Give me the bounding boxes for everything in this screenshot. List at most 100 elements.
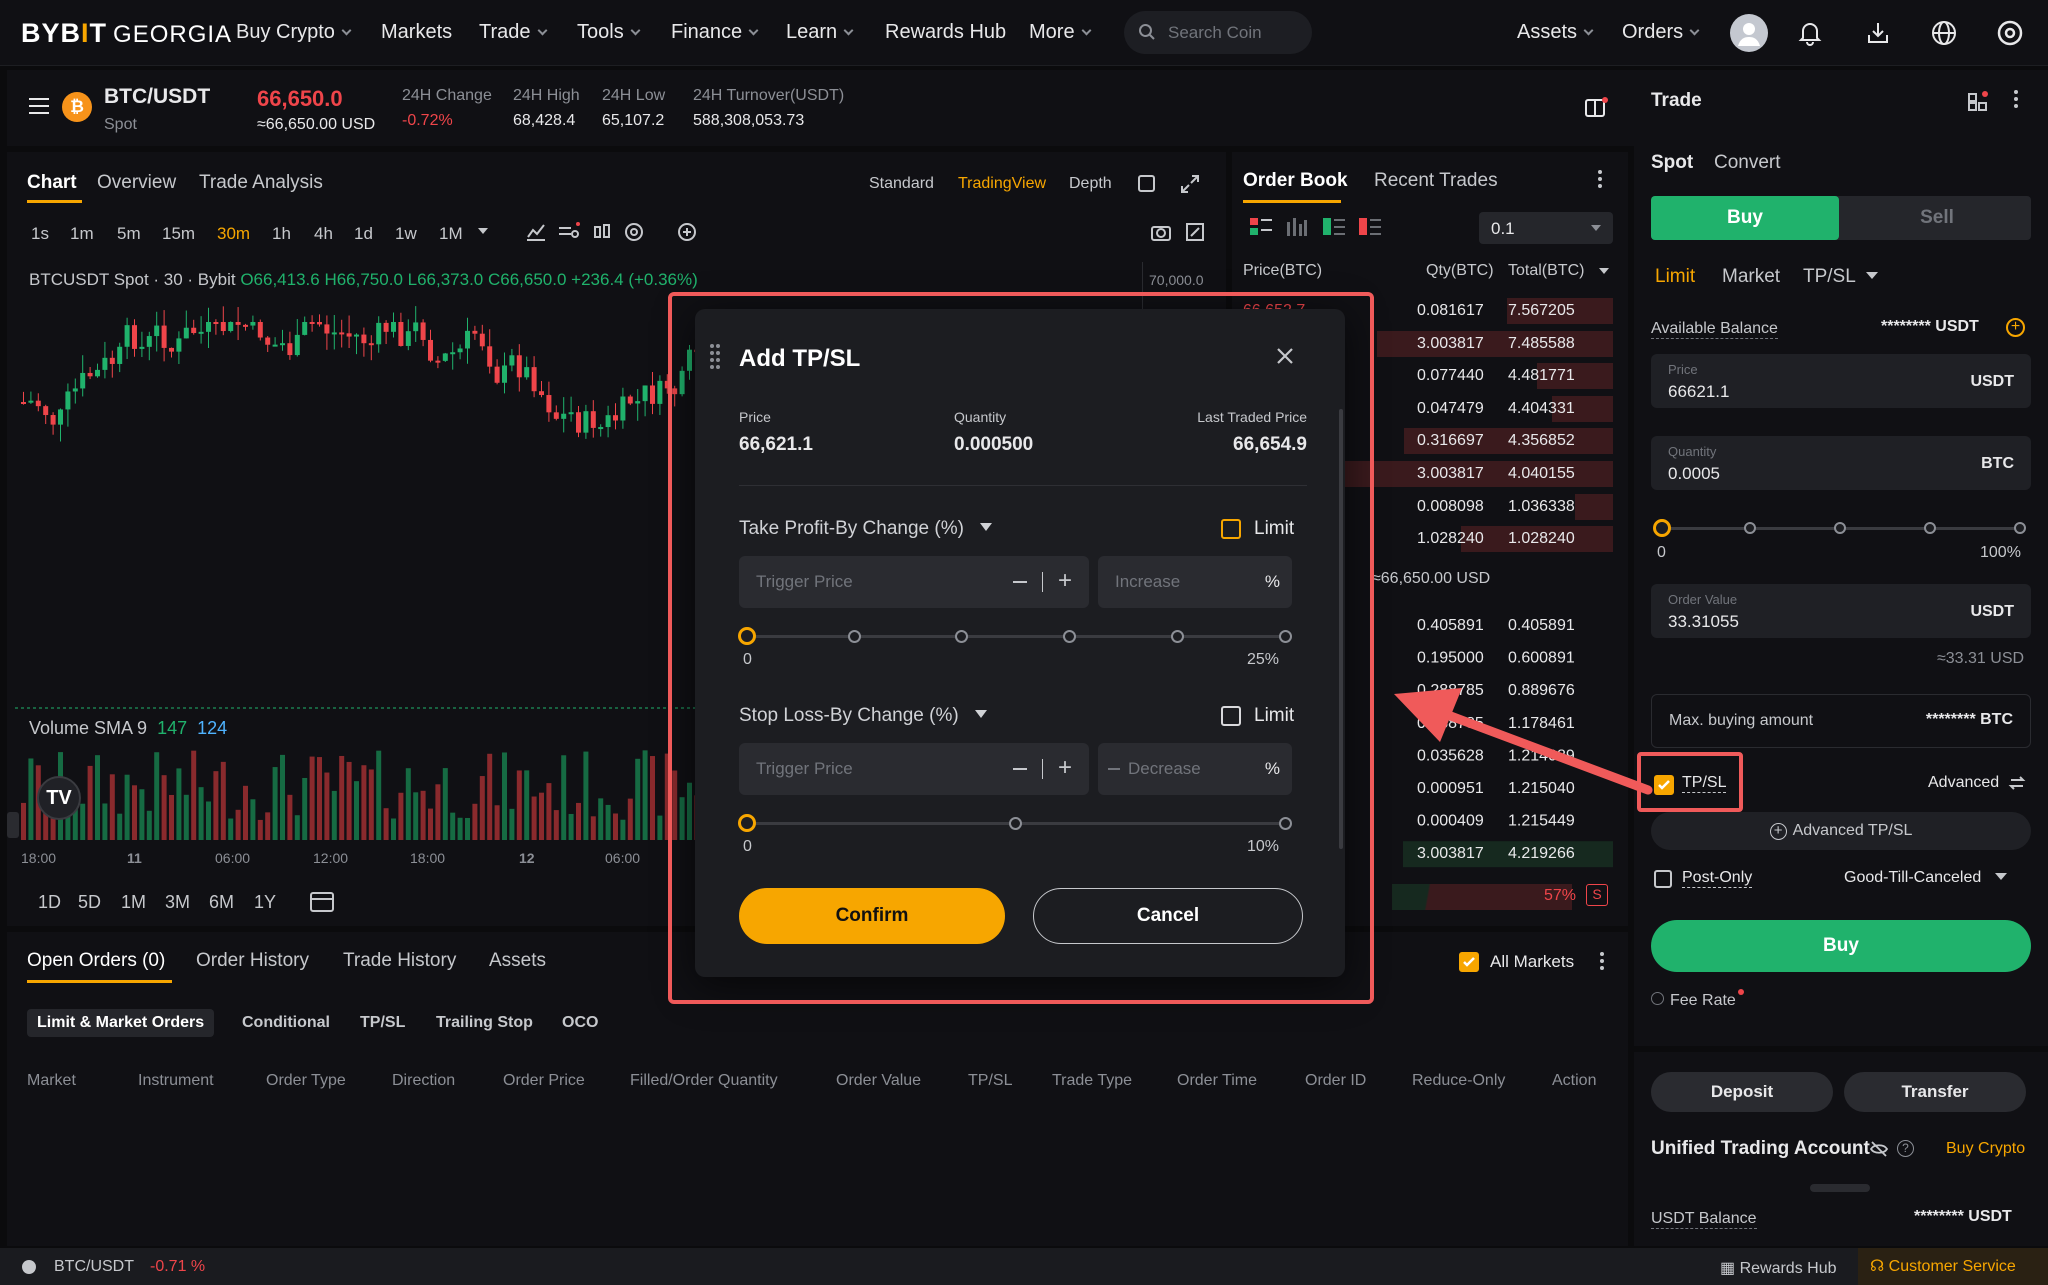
bybit-logo[interactable]: BYBIT GEORGIA [21, 18, 232, 49]
fullscreen-icon[interactable] [1180, 174, 1200, 194]
pair-name[interactable]: BTC/USDT [104, 85, 210, 109]
bell-icon[interactable] [1797, 20, 1823, 46]
tab-trade-analysis[interactable]: Trade Analysis [199, 172, 323, 194]
expand-icon[interactable] [1185, 222, 1205, 242]
indicator-icon[interactable] [525, 222, 547, 242]
nav-more[interactable]: More [1029, 21, 1092, 44]
calendar-icon[interactable] [309, 889, 335, 913]
camera-icon[interactable] [1150, 222, 1172, 242]
order-type-market[interactable]: Market [1722, 266, 1780, 288]
buy-tab[interactable]: Buy [1651, 196, 1839, 240]
tab-spot[interactable]: Spot [1651, 152, 1693, 174]
settings-icon[interactable] [1995, 18, 2025, 48]
rewards-hub-link[interactable]: ▦ Rewards Hub [1720, 1258, 1837, 1278]
advanced-tpsl-button[interactable]: + Advanced TP/SL [1651, 812, 2031, 850]
download-icon[interactable] [1865, 20, 1891, 46]
drawing-icon[interactable] [557, 222, 581, 242]
orders-more-icon[interactable] [1600, 952, 1604, 970]
view-depth[interactable]: Depth [1069, 175, 1112, 193]
chart-checkbox[interactable] [1138, 175, 1155, 192]
book-asks-icon[interactable] [1359, 218, 1381, 236]
interval-4h[interactable]: 4h [314, 224, 333, 244]
nav-buy-crypto[interactable]: Buy Crypto [236, 21, 352, 44]
all-markets-checkbox[interactable] [1459, 952, 1479, 972]
layout-icon[interactable] [1584, 97, 1608, 119]
swap-icon[interactable] [2007, 773, 2027, 793]
quantity-input[interactable]: Quantity 0.0005 BTC [1651, 436, 2031, 490]
precision-select[interactable]: 0.1 [1479, 212, 1613, 244]
nav-tools[interactable]: Tools [577, 21, 641, 44]
nav-orders[interactable]: Orders [1622, 21, 1700, 44]
interval-1h[interactable]: 1h [272, 224, 291, 244]
range-5D[interactable]: 5D [78, 892, 101, 913]
advanced-label[interactable]: Advanced [1928, 774, 1999, 792]
search-input[interactable]: Search Coin [1124, 11, 1312, 54]
tab-recent-trades[interactable]: Recent Trades [1374, 170, 1498, 192]
interval-1d[interactable]: 1d [354, 224, 373, 244]
quantity-slider-handle[interactable] [1653, 519, 1671, 537]
total-dropdown-icon[interactable] [1599, 268, 1609, 274]
interval-5m[interactable]: 5m [117, 224, 141, 244]
trade-more-icon[interactable] [2014, 90, 2018, 108]
range-3M[interactable]: 3M [165, 892, 190, 913]
range-1M[interactable]: 1M [121, 892, 146, 913]
tab-convert[interactable]: Convert [1714, 152, 1781, 174]
orders-tab[interactable]: Open Orders (0) [27, 950, 165, 972]
tab-order-book[interactable]: Order Book [1243, 170, 1348, 192]
help-icon[interactable]: ? [1897, 1140, 1914, 1157]
interval-1M[interactable]: 1M [439, 224, 463, 244]
nav-rewards-hub[interactable]: Rewards Hub [885, 21, 1006, 44]
nav-assets[interactable]: Assets [1517, 21, 1594, 44]
orders-subtab[interactable]: Limit & Market Orders [27, 1009, 215, 1037]
status-pair[interactable]: BTC/USDT [54, 1258, 134, 1276]
widgets-icon[interactable] [1967, 90, 1989, 112]
chart-settings-icon[interactable] [624, 222, 644, 242]
avatar[interactable] [1730, 14, 1768, 52]
range-1D[interactable]: 1D [38, 892, 61, 913]
orders-subtab[interactable]: OCO [552, 1009, 608, 1037]
deposit-button[interactable]: Deposit [1651, 1072, 1833, 1112]
fee-rate[interactable]: Fee Rate [1651, 989, 1744, 1010]
transfer-button[interactable]: Transfer [1844, 1072, 2026, 1112]
candles-icon[interactable] [592, 222, 612, 242]
tradingview-logo[interactable]: TV [37, 776, 81, 820]
interval-15m[interactable]: 15m [162, 224, 195, 244]
range-1Y[interactable]: 1Y [254, 892, 276, 913]
tab-chart[interactable]: Chart [27, 172, 77, 194]
order-type-limit[interactable]: Limit [1655, 266, 1695, 288]
interval-30m[interactable]: 30m [217, 224, 250, 244]
collapse-handle[interactable] [7, 812, 19, 838]
post-only-checkbox[interactable] [1654, 870, 1672, 888]
add-funds-icon[interactable]: + [2006, 318, 2025, 337]
view-tradingview[interactable]: TradingView [958, 175, 1046, 193]
more-icon[interactable] [1598, 170, 1602, 188]
orders-subtab[interactable]: Conditional [232, 1009, 340, 1037]
interval-1m[interactable]: 1m [70, 224, 94, 244]
book-bars-icon[interactable] [1287, 218, 1307, 236]
nav-trade[interactable]: Trade [479, 21, 547, 44]
buy-crypto-link[interactable]: Buy Crypto [1946, 1140, 2025, 1158]
nav-markets[interactable]: Markets [381, 21, 452, 44]
order-value-input[interactable]: Order Value 33.31055 USDT [1651, 584, 2031, 638]
hide-balance-icon[interactable] [1869, 1140, 1889, 1158]
nav-finance[interactable]: Finance [671, 21, 759, 44]
interval-1s[interactable]: 1s [31, 224, 49, 244]
orders-subtab[interactable]: TP/SL [350, 1009, 415, 1037]
orders-tab[interactable]: Order History [196, 950, 309, 972]
tif-select[interactable]: Good-Till-Canceled [1844, 869, 2008, 887]
tab-overview[interactable]: Overview [97, 172, 176, 194]
book-both-icon[interactable] [1250, 218, 1272, 236]
orders-subtab[interactable]: Trailing Stop [426, 1009, 543, 1037]
buy-button[interactable]: Buy [1651, 920, 2031, 972]
book-bids-icon[interactable] [1323, 218, 1345, 236]
interval-dropdown-icon[interactable] [478, 228, 488, 234]
add-chart-icon[interactable] [677, 222, 697, 242]
orders-tab[interactable]: Trade History [343, 950, 456, 972]
nav-learn[interactable]: Learn [786, 21, 854, 44]
sell-tab[interactable]: Sell [1843, 196, 2031, 240]
customer-service-button[interactable]: ☊ Customer Service [1858, 1248, 2048, 1285]
orders-tab[interactable]: Assets [489, 950, 546, 972]
collapse-toggle[interactable] [1810, 1184, 1870, 1192]
view-standard[interactable]: Standard [869, 175, 934, 193]
globe-icon[interactable] [1930, 19, 1958, 47]
